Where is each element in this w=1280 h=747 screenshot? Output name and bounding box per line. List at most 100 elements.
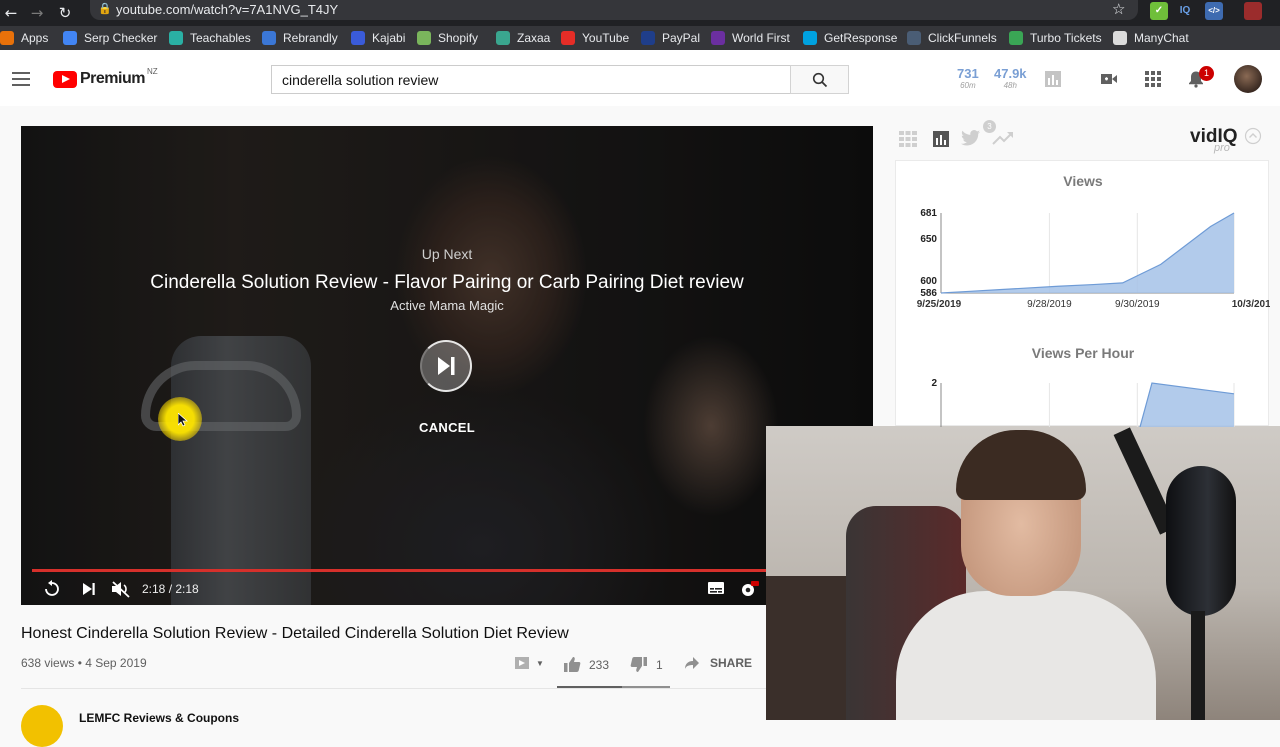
views-x-tick-label: 9/30/2019 xyxy=(1115,299,1160,310)
bookmark-label: Teachables xyxy=(190,31,251,45)
subtitles-icon[interactable] xyxy=(707,580,725,596)
collapse-chevron-icon[interactable] xyxy=(1244,127,1262,145)
apps-grid-icon[interactable] xyxy=(1144,70,1162,88)
bookmarks-bar: Apps Serp Checker Teachables Rebrandly Kajab… xyxy=(0,26,1280,50)
bookmark-label: YouTube xyxy=(582,31,630,45)
views-y-tick-label: 650 xyxy=(920,234,937,245)
bookmark-star-icon[interactable]: ☆ xyxy=(1112,0,1125,18)
thumbs-up-icon xyxy=(564,657,581,672)
bookmark-label: Kajabi xyxy=(372,31,406,45)
bookmark-label: Shopify xyxy=(438,31,479,45)
muted-volume-icon[interactable] xyxy=(111,580,131,598)
progress-bar[interactable] xyxy=(32,569,862,572)
dislike-count: 1 xyxy=(656,657,663,672)
profile-extension-icon[interactable] xyxy=(1244,2,1262,20)
vidiq-charts-card: Views 681 650 600 586 9/25/2019 9/28/2019 9/30… xyxy=(895,160,1270,427)
views-y-tick-label: 600 xyxy=(920,276,937,287)
forward-icon[interactable]: → xyxy=(26,2,48,24)
vidiq-extension-icon[interactable]: IQ xyxy=(1176,2,1194,20)
views-x-tick-label: 10/3/2019 xyxy=(1232,299,1270,310)
bookmark-youtube[interactable]: YouTube xyxy=(561,30,629,46)
bookmark-manychat[interactable]: ManyChat xyxy=(1113,30,1189,46)
webcam-overlay xyxy=(766,426,1280,720)
region-code: NZ xyxy=(146,67,158,76)
channel-avatar[interactable] xyxy=(21,705,63,747)
cancel-autoplay-button[interactable]: CANCEL xyxy=(21,420,873,435)
bookmark-apps[interactable]: Apps xyxy=(0,30,48,46)
video-views-date: 638 views • 4 Sep 2019 xyxy=(21,656,147,670)
zaxaa-icon xyxy=(496,31,510,45)
up-next-title[interactable]: Cinderella Solution Review - Flavor Pair… xyxy=(21,272,873,294)
bookmark-getresponse[interactable]: GetResponse xyxy=(803,30,897,46)
bookmark-zaxaa[interactable]: Zaxaa xyxy=(496,30,550,46)
share-button[interactable]: SHARE xyxy=(684,656,752,670)
bookmark-label: World First xyxy=(732,31,790,45)
bookmark-label: Serp Checker xyxy=(84,31,158,45)
views-per-hour-chart: 2 xyxy=(931,378,1235,427)
video-player[interactable]: Up Next Cinderella Solution Review - Fla… xyxy=(21,126,873,605)
realtime-stat-48h: 47.9k 48h xyxy=(994,66,1027,90)
logo-text: Premium xyxy=(80,70,145,87)
bookmark-label: ManyChat xyxy=(1134,31,1189,45)
teachable-icon xyxy=(169,31,183,45)
share-label: SHARE xyxy=(710,656,753,670)
player-controls: 2:18 / 2:18 xyxy=(21,574,873,605)
bookmark-paypal[interactable]: PayPal xyxy=(641,30,700,46)
stat-value: 47.9k xyxy=(994,66,1027,81)
bookmark-clickfunnels[interactable]: ClickFunnels xyxy=(907,30,997,46)
like-button[interactable]: 233 xyxy=(563,656,609,673)
bookmark-label: PayPal xyxy=(662,31,701,45)
lock-icon: 🔒 xyxy=(98,2,112,15)
bookmark-label: ClickFunnels xyxy=(928,31,997,45)
check-extension-icon[interactable]: ✓ xyxy=(1150,2,1168,20)
bookmark-turbo-tickets[interactable]: Turbo Tickets xyxy=(1009,30,1102,46)
code-extension-icon[interactable]: </> xyxy=(1205,2,1223,20)
user-avatar[interactable] xyxy=(1234,65,1262,93)
next-video-icon[interactable] xyxy=(81,580,97,598)
dislike-button[interactable]: 1 xyxy=(630,656,663,673)
views-area xyxy=(941,213,1234,293)
bookmark-kajabi[interactable]: Kajabi xyxy=(351,30,405,46)
thumbs-down-icon xyxy=(630,657,647,672)
create-video-icon[interactable] xyxy=(1100,70,1118,88)
bar-chart-icon[interactable] xyxy=(1044,70,1062,88)
cursor-icon xyxy=(178,413,188,427)
bookmark-teachables[interactable]: Teachables xyxy=(169,30,251,46)
settings-gear-icon[interactable] xyxy=(739,580,759,598)
channel-name[interactable]: LEMFC Reviews & Coupons xyxy=(79,711,239,725)
stat-label: 60m xyxy=(960,81,976,90)
bookmark-serp-checker[interactable]: Serp Checker xyxy=(63,30,157,46)
trending-arrow-icon[interactable] xyxy=(992,131,1014,145)
manychat-icon xyxy=(1113,31,1127,45)
youtube-header: Premium NZ 731 60m 47.9k 48h 1 xyxy=(0,50,1280,106)
back-icon[interactable]: ← xyxy=(0,2,22,24)
views-chart-title: Views xyxy=(1063,173,1103,189)
youtube-premium-logo[interactable]: Premium NZ xyxy=(53,67,158,88)
search-button[interactable] xyxy=(790,65,849,94)
bookmark-world-first[interactable]: World First xyxy=(711,30,790,46)
search-input[interactable] xyxy=(271,65,791,94)
notification-count-badge: 1 xyxy=(1199,66,1214,81)
bookmark-shopify[interactable]: Shopify xyxy=(417,30,478,46)
reload-icon[interactable]: ↻ xyxy=(54,2,76,24)
twitter-icon[interactable] xyxy=(961,130,981,146)
stats-chart-icon[interactable] xyxy=(932,130,950,148)
vidiq-tier: pro xyxy=(1214,142,1230,154)
bookmark-rebrandly[interactable]: Rebrandly xyxy=(262,30,338,46)
menu-icon[interactable] xyxy=(12,72,30,86)
apps-grid-icon xyxy=(0,31,14,45)
plus-icon xyxy=(63,31,77,45)
grid-view-icon[interactable] xyxy=(899,131,917,147)
tag-icon xyxy=(515,657,529,669)
views-x-tick-label: 9/25/2019 xyxy=(917,299,962,310)
play-next-button[interactable] xyxy=(420,340,472,392)
kajabi-icon xyxy=(351,31,365,45)
vidiq-tag-button[interactable]: ▼ xyxy=(514,656,544,670)
bookmark-label: Zaxaa xyxy=(517,31,551,45)
youtube-icon xyxy=(561,31,575,45)
time-display: 2:18 / 2:18 xyxy=(142,582,199,596)
clickfunnels-icon xyxy=(907,31,921,45)
search-icon xyxy=(812,72,827,88)
url-text[interactable]: youtube.com/watch?v=7A1NVG_T4JY xyxy=(116,2,338,17)
replay-icon[interactable] xyxy=(43,580,61,598)
